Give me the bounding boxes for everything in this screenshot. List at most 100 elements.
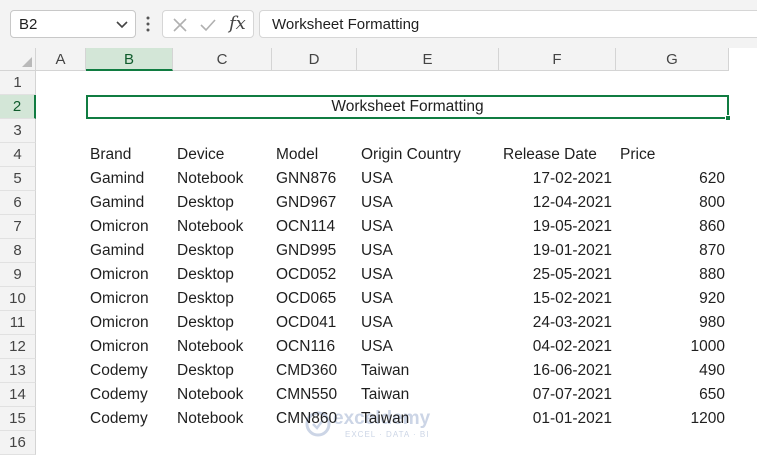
fill-handle[interactable] (725, 115, 731, 121)
cell[interactable]: USA (357, 311, 499, 335)
cell[interactable]: 07-07-2021 (499, 383, 616, 407)
cell[interactable]: 25-05-2021 (499, 263, 616, 287)
cell[interactable]: Origin Country (357, 143, 499, 167)
cell[interactable]: USA (357, 287, 499, 311)
cell[interactable]: 870 (616, 239, 729, 263)
cell[interactable]: Notebook (173, 383, 272, 407)
cell[interactable]: Notebook (173, 215, 272, 239)
title-cell-b2[interactable]: Worksheet Formatting (86, 95, 729, 119)
cell[interactable]: 620 (616, 167, 729, 191)
cell[interactable]: Omicron (86, 263, 173, 287)
more-options-icon[interactable] (145, 14, 151, 34)
cell[interactable]: Device (173, 143, 272, 167)
cell[interactable]: Brand (86, 143, 173, 167)
cell[interactable]: Taiwan (357, 359, 499, 383)
cell[interactable]: GNN876 (272, 167, 357, 191)
cell[interactable]: Desktop (173, 359, 272, 383)
cell[interactable]: Notebook (173, 335, 272, 359)
cell[interactable]: GND967 (272, 191, 357, 215)
cell[interactable]: Taiwan (357, 383, 499, 407)
column-header-e[interactable]: E (357, 48, 499, 71)
cell[interactable]: 1200 (616, 407, 729, 431)
cancel-icon[interactable] (171, 16, 189, 34)
cell[interactable]: OCD041 (272, 311, 357, 335)
cell[interactable]: Gamind (86, 239, 173, 263)
cell[interactable]: 17-02-2021 (499, 167, 616, 191)
column-header-b[interactable]: B (86, 48, 173, 71)
cell[interactable]: Desktop (173, 311, 272, 335)
row-header-5[interactable]: 5 (0, 167, 36, 191)
row-header-6[interactable]: 6 (0, 191, 36, 215)
cell[interactable]: CMN550 (272, 383, 357, 407)
chevron-down-icon[interactable] (114, 16, 130, 32)
cell[interactable]: Taiwan (357, 407, 499, 431)
row-header-3[interactable]: 3 (0, 119, 36, 143)
cell[interactable]: Omicron (86, 215, 173, 239)
column-header-f[interactable]: F (499, 48, 616, 71)
column-header-a[interactable]: A (36, 48, 86, 71)
cell[interactable]: Codemy (86, 407, 173, 431)
cell[interactable]: 19-01-2021 (499, 239, 616, 263)
cell[interactable]: 860 (616, 215, 729, 239)
confirm-check-icon[interactable] (199, 16, 217, 34)
cell[interactable]: Omicron (86, 287, 173, 311)
cell[interactable]: USA (357, 239, 499, 263)
cell[interactable]: USA (357, 263, 499, 287)
cell[interactable]: OCN116 (272, 335, 357, 359)
cell[interactable]: USA (357, 215, 499, 239)
cell[interactable]: USA (357, 191, 499, 215)
cell[interactable]: Omicron (86, 335, 173, 359)
cell[interactable]: Model (272, 143, 357, 167)
cell[interactable]: 800 (616, 191, 729, 215)
cell[interactable]: OCD052 (272, 263, 357, 287)
cell[interactable]: Desktop (173, 239, 272, 263)
cell[interactable]: 24-03-2021 (499, 311, 616, 335)
row-header-14[interactable]: 14 (0, 383, 36, 407)
cell[interactable]: USA (357, 167, 499, 191)
formula-input[interactable]: Worksheet Formatting (259, 10, 757, 38)
cell[interactable]: 650 (616, 383, 729, 407)
row-header-8[interactable]: 8 (0, 239, 36, 263)
cell[interactable]: 1000 (616, 335, 729, 359)
row-header-13[interactable]: 13 (0, 359, 36, 383)
cell[interactable]: Price (616, 143, 729, 167)
cell[interactable]: GND995 (272, 239, 357, 263)
cell[interactable]: Desktop (173, 191, 272, 215)
row-header-1[interactable]: 1 (0, 71, 36, 95)
row-header-11[interactable]: 11 (0, 311, 36, 335)
cell[interactable]: OCN114 (272, 215, 357, 239)
cell[interactable]: OCD065 (272, 287, 357, 311)
cell[interactable]: 19-05-2021 (499, 215, 616, 239)
insert-function-button[interactable]: fx (229, 13, 246, 34)
row-header-12[interactable]: 12 (0, 335, 36, 359)
cell[interactable]: Desktop (173, 287, 272, 311)
row-header-9[interactable]: 9 (0, 263, 36, 287)
cell[interactable]: 920 (616, 287, 729, 311)
cell[interactable]: 15-02-2021 (499, 287, 616, 311)
row-header-15[interactable]: 15 (0, 407, 36, 431)
cell[interactable]: 490 (616, 359, 729, 383)
cell[interactable]: 980 (616, 311, 729, 335)
cell[interactable]: Release Date (499, 143, 616, 167)
select-all-button[interactable] (0, 48, 36, 71)
cell[interactable]: Notebook (173, 407, 272, 431)
cell[interactable]: 12-04-2021 (499, 191, 616, 215)
column-header-c[interactable]: C (173, 48, 272, 71)
name-box[interactable]: B2 (10, 10, 136, 38)
column-header-d[interactable]: D (272, 48, 357, 71)
row-header-10[interactable]: 10 (0, 287, 36, 311)
cell[interactable]: Codemy (86, 359, 173, 383)
cell[interactable]: 880 (616, 263, 729, 287)
cell[interactable]: Desktop (173, 263, 272, 287)
cell[interactable]: Codemy (86, 383, 173, 407)
cell[interactable]: Gamind (86, 191, 173, 215)
cell[interactable]: 16-06-2021 (499, 359, 616, 383)
cell[interactable]: 01-01-2021 (499, 407, 616, 431)
cell[interactable]: CMN860 (272, 407, 357, 431)
row-header-2[interactable]: 2 (0, 95, 36, 119)
cell[interactable]: Notebook (173, 167, 272, 191)
cell[interactable]: 04-02-2021 (499, 335, 616, 359)
cell[interactable]: CMD360 (272, 359, 357, 383)
cell[interactable]: Omicron (86, 311, 173, 335)
cell[interactable]: Gamind (86, 167, 173, 191)
